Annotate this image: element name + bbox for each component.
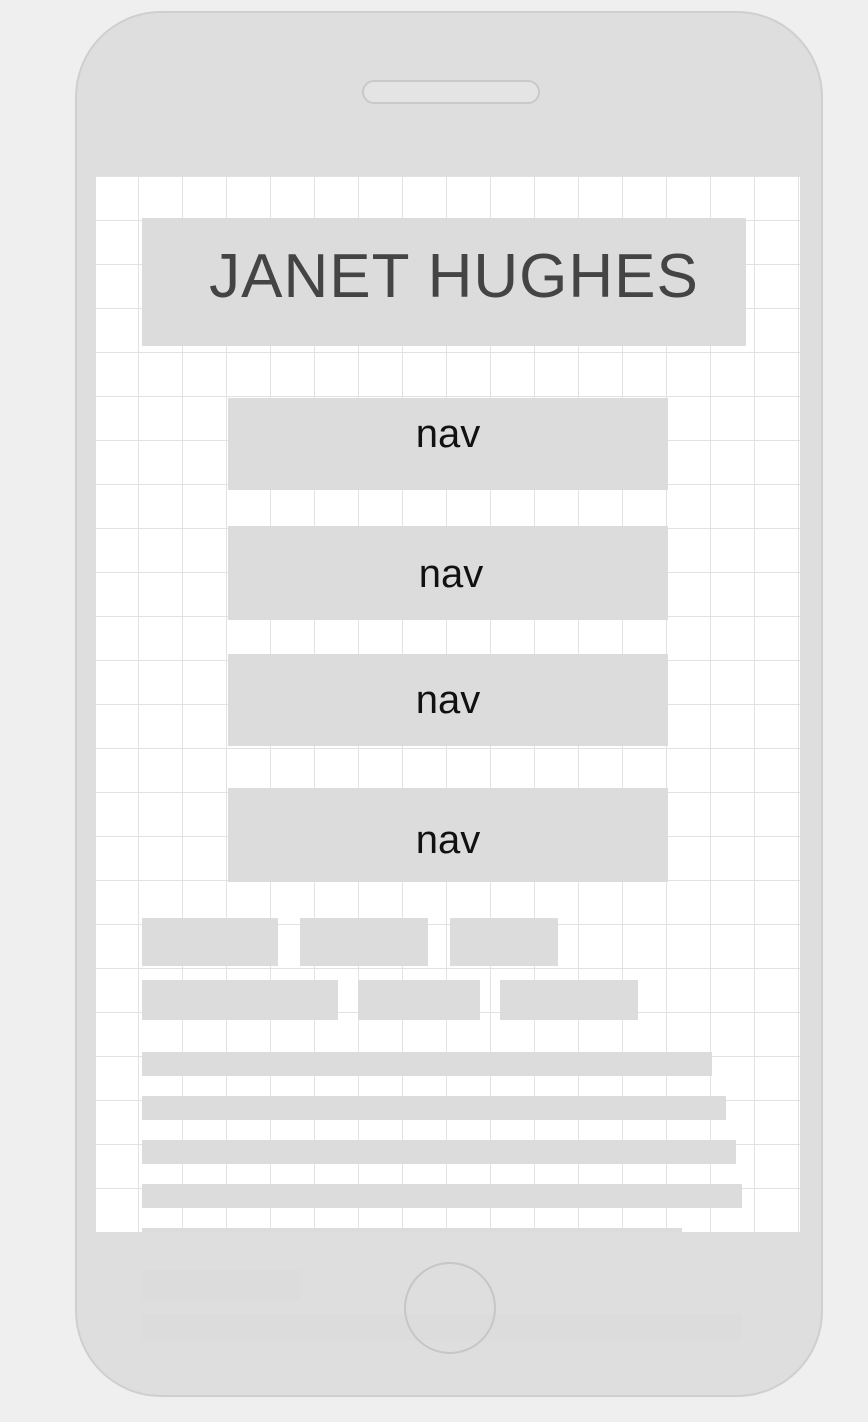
nav-button-1[interactable]: nav [228, 398, 668, 490]
page-title: JANET HUGHES [209, 242, 699, 311]
placeholder-tag [300, 918, 428, 966]
nav-button-label: nav [415, 678, 481, 722]
placeholder-text-line [142, 1140, 736, 1164]
nav-button-label: nav [415, 412, 481, 456]
placeholder-text-line [142, 1228, 682, 1232]
speaker-icon [362, 80, 540, 104]
home-button-icon[interactable] [404, 1262, 496, 1354]
nav-button-2[interactable]: nav [228, 526, 668, 620]
placeholder-tag [358, 980, 480, 1020]
placeholder-tag [500, 980, 638, 1020]
page-header: JANET HUGHES [142, 218, 746, 346]
nav-button-label: nav [415, 818, 481, 862]
screen: JANET HUGHES nav nav nav nav [96, 176, 800, 1232]
nav-button-3[interactable]: nav [228, 654, 668, 746]
placeholder-text-line [142, 1052, 712, 1076]
nav-button-4[interactable]: nav [228, 788, 668, 882]
overflow-placeholder [142, 1270, 300, 1300]
placeholder-tag [142, 980, 338, 1020]
nav-button-label: nav [418, 552, 484, 596]
placeholder-tag [450, 918, 558, 966]
placeholder-tag [142, 918, 278, 966]
placeholder-text-line [142, 1184, 742, 1208]
placeholder-text-line [142, 1096, 726, 1120]
